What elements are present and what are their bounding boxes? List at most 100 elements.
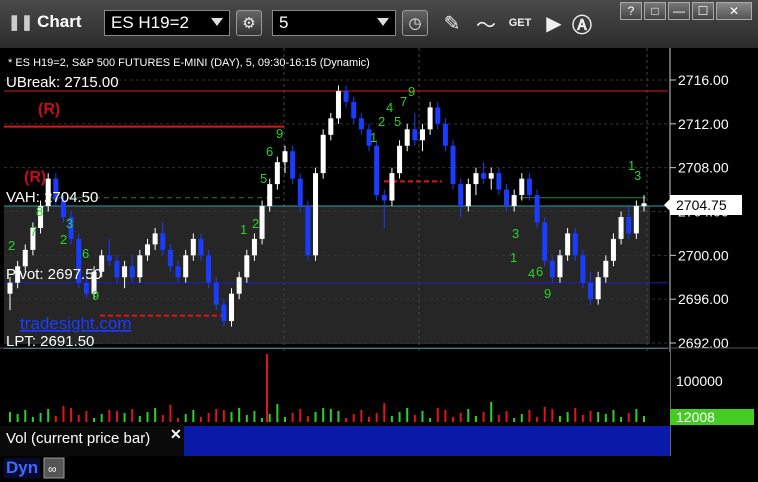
candle-body [259,206,265,239]
help-icon: ? [627,4,635,18]
candle-body [175,266,181,278]
draw-button[interactable]: ✎ [438,10,466,36]
count-label: 1 [370,130,377,145]
candle-body [343,90,349,102]
candle-body [244,255,250,278]
help-button[interactable]: ? [620,2,642,20]
get-label: GET [508,17,532,29]
maximize-button[interactable]: ☐ [692,2,714,20]
candle-body [458,184,464,207]
count-label: 7 [30,224,37,239]
count-label: 9 [276,126,283,141]
candle-body [641,203,647,207]
count-label: 5 [394,114,401,129]
candle-body [114,260,120,278]
candle-body [404,129,410,146]
y-tick-label: 2708.00 [678,160,729,176]
candle-body [488,173,494,179]
count-label: 3 [512,226,519,241]
chart-header: * ES H19=2, S&P 500 FUTURES E-MINI (DAY)… [8,57,370,69]
candle-body [221,304,227,322]
count-label: 1 [510,250,517,265]
candle-body [22,249,28,267]
vah-label: VAH: 2704.50 [6,189,98,206]
count-label: 1 [240,222,247,237]
alert-icon: Ⓐ [572,14,592,37]
candle-body [83,282,89,294]
settings-button[interactable]: ⚙ [236,10,262,36]
candle-body [374,145,380,196]
candle-body [542,222,548,261]
close-icon: ✕ [170,426,182,442]
candle-body [274,162,280,185]
candle-body [519,178,525,196]
volume-indicator-label: Vol (current price bar) [6,430,151,447]
play-button[interactable]: ▶ [540,10,568,36]
y-tick-label: 2700.00 [678,247,729,263]
indicator-button[interactable]: 〜 [472,10,500,37]
count-label: 2 [252,216,259,231]
candle-body [358,118,364,130]
candle-body [282,151,288,163]
candle-body [504,189,510,207]
close-button[interactable]: ✕ [716,2,752,20]
candle-body [381,195,387,201]
candle-body [152,233,158,245]
count-label: 5 [260,171,267,186]
dynamic-button[interactable]: Dyn [4,458,41,478]
price-chart[interactable]: 27823691 2569 124579314 6913 2716.002712.00… [0,48,758,482]
count-label: 2 [8,238,15,253]
candle-body [557,255,563,278]
minimize-button[interactable]: — [668,2,690,20]
candle-body [442,123,448,146]
chevron-down-icon [211,18,223,26]
clock-icon: ◷ [408,15,422,32]
interval-value: 5 [279,13,289,32]
volume-value: 12008 [676,409,715,425]
clock-button[interactable]: ◷ [402,10,428,36]
pause-icon: ❚❚ [8,14,34,31]
count-label: 8 [36,204,43,219]
count-label: 3 [66,216,73,231]
link-icon: ∞ [48,462,57,476]
minimize-icon: — [673,4,685,18]
candle-body [549,260,555,278]
candle-body [328,118,334,135]
candle-body [320,134,326,174]
restore-icon: □ [651,4,659,18]
candle-body [534,195,540,223]
volume-close-button[interactable]: ✕ [170,426,182,443]
candle-body [129,266,135,278]
pencil-icon: ✎ [443,12,461,35]
candle-body [595,277,601,300]
volume-axis-tick: 100000 [676,373,723,389]
chevron-down-icon [377,18,389,26]
candle-body [213,282,219,305]
candle-body [183,255,189,278]
candle-body [511,195,517,207]
y-tick-label: 2696.00 [678,291,729,307]
restore-button[interactable]: □ [644,2,666,20]
candle-body [580,255,586,283]
get-button[interactable]: GET [506,10,534,36]
alert-button[interactable]: Ⓐ [568,10,596,37]
window-controls: ? □ — ☐ ✕ [620,2,752,20]
candle-body [603,260,609,278]
count-label: 6 [266,144,273,159]
title-bar: ❚❚ Chart ES H19=2 ⚙ 5 ◷ ✎ 〜 GET ▶ Ⓐ ? □ … [0,0,758,49]
count-label: 3 [634,168,641,183]
ubreak-label: UBreak: 2715.00 [6,74,119,91]
candle-body [427,107,433,130]
candle-body [419,129,425,141]
candle-body [572,233,578,256]
indicator-icon: 〜 [476,14,496,37]
y-tick-label: 2692.00 [678,335,729,351]
candle-body [351,101,357,119]
app-title[interactable]: ❚❚ Chart [8,12,82,32]
candle-body [229,293,235,322]
count-label: 4 [386,100,393,115]
candle-body [481,173,487,179]
count-label: 9 [544,286,551,301]
interval-select[interactable]: 5 [272,10,396,36]
symbol-select[interactable]: ES H19=2 [104,10,230,36]
